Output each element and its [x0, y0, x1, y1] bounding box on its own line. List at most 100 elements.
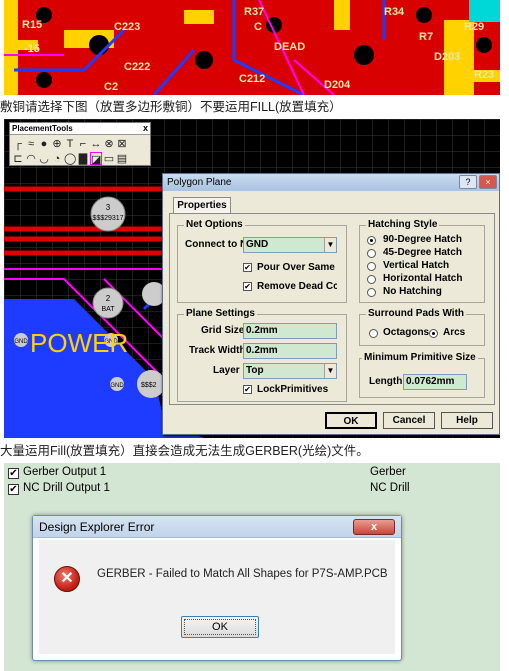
- pcb-label: D203: [434, 51, 460, 63]
- pad-number: 3: [106, 203, 111, 212]
- pcb-label: R7: [419, 31, 433, 43]
- error-message: GERBER - Failed to Match All Shapes for …: [97, 568, 388, 580]
- radio-label: 90-Degree Hatch: [383, 234, 462, 245]
- arc-center-tool-icon[interactable]: ◠: [25, 152, 37, 166]
- chevron-down-icon[interactable]: ▼: [324, 238, 336, 252]
- pcb-layout-top-image: R15 C223 R37 R34 -15 C222 DEAD D204 D203…: [4, 0, 500, 95]
- dialog-title: Polygon Plane: [163, 174, 499, 191]
- connect-net-select[interactable]: GND ▼: [243, 237, 337, 253]
- dialog-title: Design Explorer Error: [33, 516, 401, 538]
- layer-label: Layer: [213, 365, 240, 376]
- radio-label: Arcs: [443, 327, 466, 338]
- pcb-label: C2: [104, 81, 118, 93]
- polygon-plane-dialog: Polygon Plane ? × Properties Net Options…: [162, 173, 500, 435]
- track-width-label: Track Width: [189, 345, 243, 356]
- arc-any-tool-icon[interactable]: ◔: [51, 152, 63, 166]
- array-paste-tool-icon[interactable]: ▤: [116, 152, 128, 166]
- group-title: Minimum Primitive Size: [362, 352, 478, 363]
- tab-properties[interactable]: Properties: [173, 197, 231, 213]
- pcb-top-artwork: R15 C223 R37 R34 -15 C222 DEAD D204 D203…: [4, 0, 500, 95]
- ok-button[interactable]: OK: [325, 412, 377, 429]
- radio-label: 45-Degree Hatch: [383, 247, 462, 258]
- pcb-editor-screenshot: 3 $$$29317 2 BAT $$$2 GND GND GND POWER …: [4, 119, 500, 438]
- route-tool-icon[interactable]: ≈: [25, 137, 37, 151]
- pour-over-same-checkbox[interactable]: ✔: [243, 263, 252, 272]
- remove-dead-copper-label: Remove Dead Cc: [257, 281, 337, 292]
- connect-net-label: Connect to N: [185, 239, 243, 250]
- pad-net: BAT: [101, 306, 115, 313]
- pcb-label: DEAD: [274, 41, 305, 53]
- wire-tool-icon[interactable]: ┌: [12, 137, 24, 151]
- chevron-down-icon[interactable]: ▼: [324, 364, 336, 378]
- output-type: Gerber: [370, 466, 406, 478]
- output-name[interactable]: Gerber Output 1: [23, 466, 106, 478]
- pcb-label: R23: [474, 69, 494, 81]
- help-button[interactable]: Help: [441, 412, 493, 429]
- pcb-label: R37: [244, 6, 264, 18]
- pad-tool-icon[interactable]: ●: [38, 137, 50, 151]
- radio-octagons[interactable]: [369, 329, 378, 338]
- length-input[interactable]: 0.0762mm: [403, 374, 467, 390]
- nc-drill-output-checkbox[interactable]: ✔: [8, 484, 19, 495]
- radio-horizontal-hatch[interactable]: [367, 275, 376, 284]
- pad-number: 2: [106, 294, 111, 303]
- radio-label: Octagons: [383, 327, 430, 338]
- silkscreen-power: POWER: [30, 328, 128, 358]
- remove-dead-copper-checkbox[interactable]: ✔: [243, 282, 252, 291]
- arc-edge-tool-icon[interactable]: ◡: [38, 152, 50, 166]
- origin-tool-icon[interactable]: ⊗: [103, 137, 115, 151]
- gerber-output-checkbox[interactable]: ✔: [8, 468, 19, 479]
- radio-45-degree-hatch[interactable]: [367, 249, 376, 258]
- placement-tools-toolbar: PlacementTools x ┌ ≈ ● ⊕ T ⌐ ↔ ⊗ ⊠ ⊏ ◠ ◡…: [9, 122, 151, 166]
- text-tool-icon[interactable]: T: [64, 137, 76, 151]
- pcb-label: D204: [324, 79, 351, 91]
- radio-vertical-hatch[interactable]: [367, 262, 376, 271]
- pcb-label: C212: [239, 73, 265, 85]
- track-width-input[interactable]: 0.2mm: [243, 343, 337, 359]
- close-icon[interactable]: x: [143, 123, 148, 133]
- radio-90-degree-hatch[interactable]: [367, 236, 376, 245]
- radio-label: No Hatching: [383, 286, 442, 297]
- pad-net: $$$29317: [92, 215, 123, 222]
- radio-label: Horizontal Hatch: [383, 273, 463, 284]
- close-title-button[interactable]: ×: [479, 175, 497, 189]
- ok-button[interactable]: OK: [181, 616, 259, 638]
- layer-select[interactable]: Top ▼: [243, 363, 337, 379]
- room-tool-icon[interactable]: ⊠: [116, 137, 128, 151]
- pcb-label: R29: [464, 21, 484, 33]
- radio-no-hatching[interactable]: [367, 288, 376, 297]
- grid-size-label: Grid Size: [201, 325, 243, 336]
- coordinate-tool-icon[interactable]: ⌐: [77, 137, 89, 151]
- pcb-label: R34: [384, 6, 405, 18]
- via-tool-icon[interactable]: ⊕: [51, 137, 63, 151]
- pcb-label: C222: [124, 61, 150, 73]
- split-plane-tool-icon[interactable]: ▭: [103, 152, 115, 166]
- error-dialog-body: ✕ GERBER - Failed to Match All Shapes fo…: [39, 540, 395, 654]
- output-type: NC Drill: [370, 482, 410, 494]
- error-icon: ✕: [54, 566, 80, 592]
- polygon-plane-tool-icon[interactable]: ◪: [90, 152, 102, 166]
- group-title: Plane Settings: [184, 308, 257, 319]
- output-name[interactable]: NC Drill Output 1: [23, 482, 110, 494]
- help-title-button[interactable]: ?: [459, 175, 477, 189]
- lock-primitives-checkbox[interactable]: ✔: [243, 385, 252, 394]
- circle-tool-icon[interactable]: ◯: [64, 152, 76, 166]
- group-title: Net Options: [184, 219, 245, 230]
- radio-arcs[interactable]: [429, 329, 438, 338]
- design-explorer-error-dialog: Design Explorer Error x ✕ GERBER - Faile…: [32, 515, 402, 661]
- pcb-label: -15: [24, 43, 40, 55]
- dimension-tool-icon[interactable]: ↔: [90, 137, 102, 151]
- lock-primitives-label: LockPrimitives: [257, 384, 329, 395]
- caption-polygon-pour: 敷铜请选择下图（放置多边形敷铜）不要运用FILL(放置填充）: [0, 100, 342, 114]
- pour-over-same-label: Pour Over Same: [257, 262, 335, 273]
- fill-tool-icon[interactable]: ▇: [77, 152, 89, 166]
- pad-net: GND: [14, 339, 28, 345]
- grid-size-input[interactable]: 0.2mm: [243, 323, 337, 339]
- close-button[interactable]: x: [353, 519, 395, 535]
- pad-net: GND: [110, 383, 124, 389]
- pcb-label: C: [254, 21, 262, 33]
- length-label: Length: [369, 376, 403, 387]
- pcb-label: C223: [114, 21, 140, 33]
- component-tool-icon[interactable]: ⊏: [12, 152, 24, 166]
- cancel-button[interactable]: Cancel: [383, 412, 435, 429]
